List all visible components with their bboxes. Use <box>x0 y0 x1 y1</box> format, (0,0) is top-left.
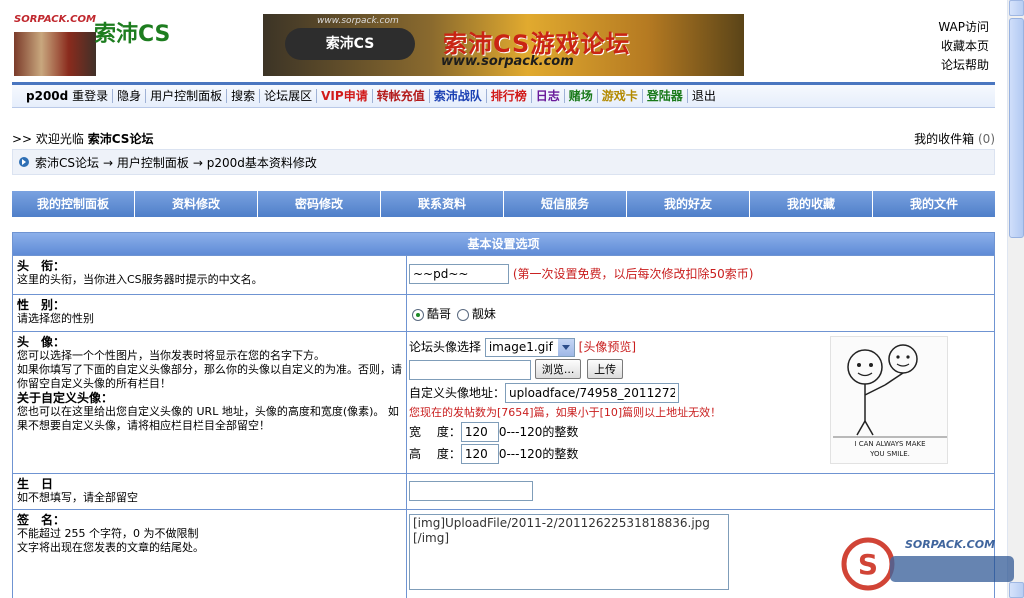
menu-item-team[interactable]: 索沛战队 <box>430 89 487 103</box>
female-radio[interactable] <box>456 308 469 321</box>
tab-my-control-panel[interactable]: 我的控制面板 <box>12 191 135 217</box>
menu-item-launcher[interactable]: 登陆器 <box>643 89 688 103</box>
menu-item-exhibition[interactable]: 论坛展区 <box>260 89 318 103</box>
avatar-select-label: 论坛头像选择 <box>409 340 482 354</box>
vertical-scrollbar[interactable] <box>1007 0 1024 598</box>
header: SORPACK.COM 索沛CS www.sorpack.com 索沛CS 索沛… <box>12 0 995 82</box>
menu-item-ranking[interactable]: 排行榜 <box>487 89 532 103</box>
avatar-row: 头 像： 您可以选择一个个性图片，当你发表时将显示在您的名字下方。 如果你填写了… <box>13 331 994 473</box>
banner-url-text: www.sorpack.com <box>317 16 399 26</box>
tab-favorites[interactable]: 我的收藏 <box>750 191 873 217</box>
height-label: 高 度： <box>409 446 461 461</box>
width-hint: 0---120的整数 <box>498 424 579 439</box>
custom-avatar-label: 自定义头像地址： <box>409 385 506 400</box>
menu-item-search[interactable]: 搜索 <box>227 89 261 103</box>
male-radio[interactable] <box>412 308 424 321</box>
title-input[interactable] <box>409 264 509 284</box>
height-input[interactable] <box>460 443 499 464</box>
control-tabs: 我的控制面板 资料修改 密码修改 联系资料 短信服务 我的好友 我的收藏 我的文… <box>12 191 995 217</box>
birthday-input[interactable] <box>409 481 533 501</box>
menu-item-vip[interactable]: VIP申请 <box>317 89 373 103</box>
height-hint: 0---120的整数 <box>498 446 579 461</box>
tab-messages[interactable]: 短信服务 <box>504 191 627 217</box>
header-banner[interactable]: www.sorpack.com 索沛CS 索沛CS游戏论坛 www.sorpac… <box>263 14 744 76</box>
avatar-caption-2: YOU SMILE. <box>869 450 910 458</box>
watermark-logo: S SORPACK.COM <box>838 532 1020 592</box>
menu-item-relogin[interactable]: p200d 重登录 <box>22 89 114 103</box>
site-logo[interactable]: SORPACK.COM 索沛CS <box>14 14 200 76</box>
title-fee-note: (第一次设置免费，以后每次修改扣除50索币) <box>512 267 754 281</box>
birthday-row-label: 生 日 如不想填写，请全部留空 <box>13 474 407 509</box>
chevron-down-icon <box>557 339 574 356</box>
menu-bar: p200d 重登录 隐身 用户控制面板 搜索 论坛展区 VIP申请 转帐充值 索… <box>12 82 995 108</box>
gender-row: 性 别： 请选择您的性别 酷哥 靓妹 <box>13 294 994 331</box>
male-label: 酷哥 <box>427 307 452 321</box>
breadcrumb-control-panel[interactable]: → 用户控制面板 <box>103 154 189 171</box>
menu-item-stealth[interactable]: 隐身 <box>113 89 147 103</box>
breadcrumb-current: → p200d基本资料修改 <box>192 155 317 170</box>
title-row-value: (第一次设置免费，以后每次修改扣除50索币) <box>407 256 994 294</box>
logo-name-text: 索沛CS <box>94 22 171 47</box>
help-link[interactable]: 论坛帮助 <box>938 56 989 75</box>
menu-item-control-panel[interactable]: 用户控制面板 <box>146 89 228 103</box>
welcome-text: >> 欢迎光临 索沛CS论坛 <box>12 132 154 146</box>
menu-item-blog[interactable]: 日志 <box>532 89 565 103</box>
gender-row-label: 性 别： 请选择您的性别 <box>13 295 407 331</box>
inbox-link[interactable]: 我的收件箱 (0) <box>914 130 995 147</box>
signature-row-label: 签 名： 不能超过 255 个字符，0 为不做限制 文字将出现在您发表的文章的结… <box>13 510 407 598</box>
arrow-bullet-icon <box>19 157 29 167</box>
scroll-thumb[interactable] <box>1009 18 1024 238</box>
gender-options: 酷哥 靓妹 <box>407 295 994 331</box>
tab-friends[interactable]: 我的好友 <box>627 191 750 217</box>
svg-text:S: S <box>858 548 878 581</box>
page: SORPACK.COM 索沛CS www.sorpack.com 索沛CS 索沛… <box>12 0 995 598</box>
birthday-row: 生 日 如不想填写，请全部留空 <box>13 473 994 509</box>
menu-item-logout[interactable]: 退出 <box>688 89 720 103</box>
upload-button[interactable]: 上传 <box>587 359 624 379</box>
tab-contact-info[interactable]: 联系资料 <box>381 191 504 217</box>
width-input[interactable] <box>460 421 499 442</box>
browse-button[interactable]: 浏览... <box>534 359 582 379</box>
breadcrumb: 索沛CS论坛 → 用户控制面板 → p200d基本资料修改 <box>12 149 995 175</box>
title-row-label: 头 衔： 这里的头衔，当你进入CS服务器时提示的中文名。 <box>13 256 407 294</box>
menu-item-casino[interactable]: 赌场 <box>565 89 598 103</box>
banner-subtitle: www.sorpack.com <box>441 54 574 69</box>
female-label: 靓妹 <box>471 307 496 321</box>
watermark-text: SORPACK.COM <box>905 538 995 551</box>
title-row: 头 衔： 这里的头衔，当你进入CS服务器时提示的中文名。 (第一次设置免费，以后… <box>13 255 994 294</box>
inbox-count: (0) <box>978 132 995 146</box>
form-title: 基本设置选项 <box>13 233 994 255</box>
logo-characters-image <box>14 32 96 76</box>
signature-textarea[interactable]: [img]UploadFile/2011-2/20112622531818836… <box>409 514 729 590</box>
menu-item-game-card[interactable]: 游戏卡 <box>598 89 643 103</box>
tab-files[interactable]: 我的文件 <box>873 191 995 217</box>
logo-brand-text: SORPACK.COM <box>14 14 96 25</box>
tab-change-password[interactable]: 密码修改 <box>258 191 381 217</box>
menu-username: p200d <box>26 89 69 103</box>
bookmark-link[interactable]: 收藏本页 <box>938 37 989 56</box>
avatar-row-value: 论坛头像选择 image1.gif [头像预览] 浏览... 上传 自定义头像地… <box>407 332 994 473</box>
forum-name: 索沛CS论坛 <box>87 132 154 146</box>
avatar-row-label: 头 像： 您可以选择一个个性图片，当你发表时将显示在您的名字下方。 如果你填写了… <box>13 332 407 473</box>
scroll-up-icon[interactable] <box>1009 0 1024 16</box>
wap-link[interactable]: WAP访问 <box>938 18 989 37</box>
banner-logo: 索沛CS <box>285 28 415 60</box>
top-links: WAP访问 收藏本页 论坛帮助 <box>938 18 989 75</box>
upload-file-input[interactable] <box>409 359 531 380</box>
width-label: 宽 度： <box>409 424 461 439</box>
avatar-caption-1: I CAN ALWAYS MAKE <box>854 440 925 448</box>
avatar-select[interactable]: image1.gif <box>484 338 575 357</box>
menu-item-transfer[interactable]: 转帐充值 <box>373 89 430 103</box>
tab-edit-profile[interactable]: 资料修改 <box>135 191 258 217</box>
breadcrumb-forum[interactable]: 索沛CS论坛 <box>35 154 99 171</box>
birthday-row-value <box>407 474 994 509</box>
avatar-preview-link[interactable]: [头像预览] <box>579 340 636 354</box>
custom-avatar-input[interactable] <box>505 382 680 403</box>
avatar-preview-image: I CAN ALWAYS MAKE YOU SMILE. <box>830 336 948 464</box>
